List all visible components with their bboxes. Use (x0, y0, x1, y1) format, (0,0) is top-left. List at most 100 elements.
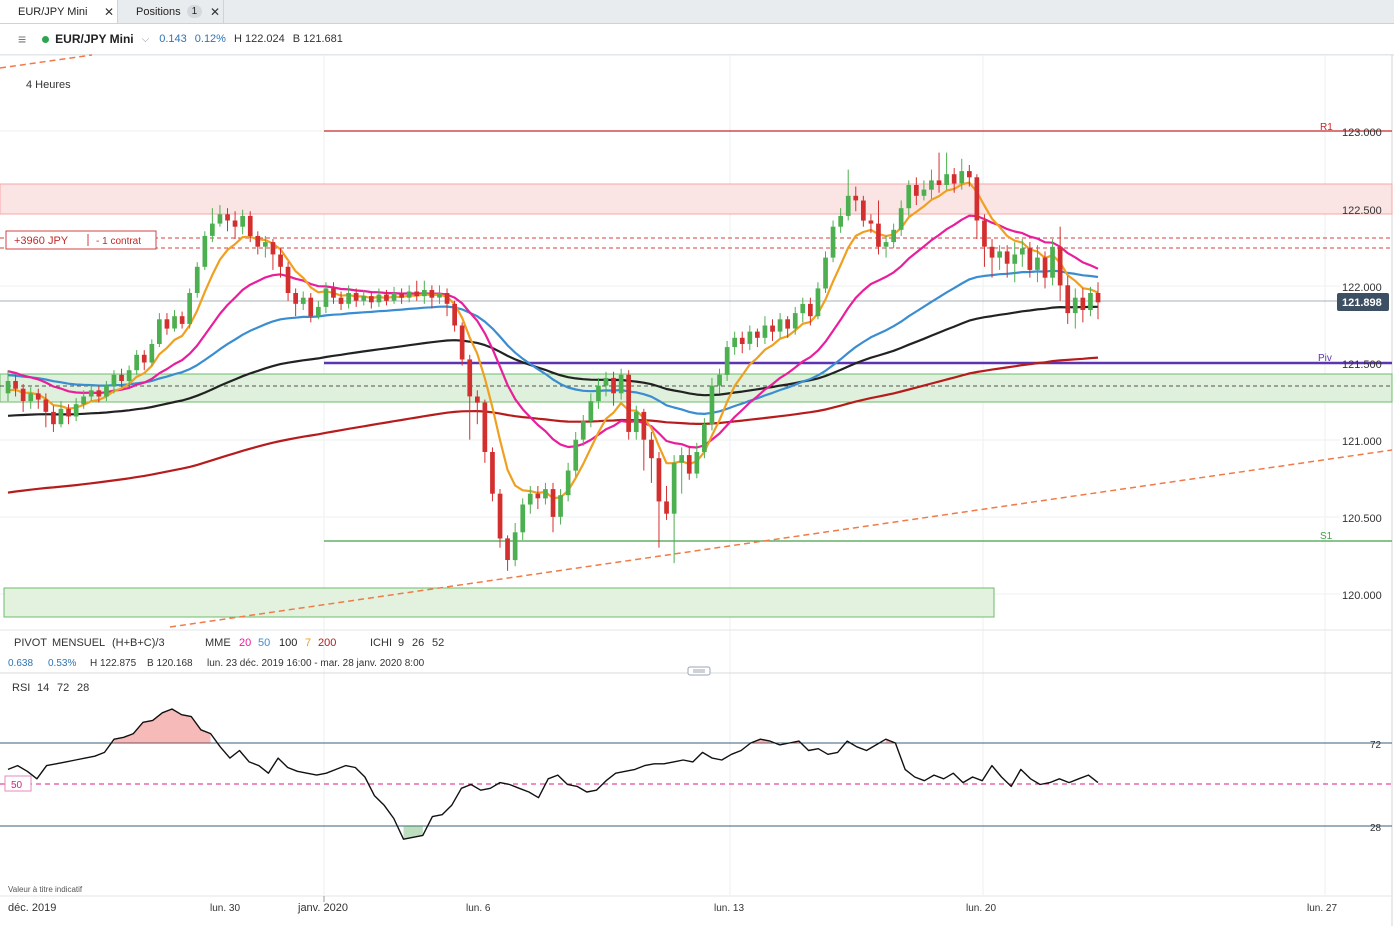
candle-body (679, 455, 684, 463)
candle-body (20, 388, 26, 401)
candle-body (596, 385, 601, 402)
pivot-indicator-period: MENSUEL (52, 637, 105, 649)
candle-body (709, 385, 715, 425)
candle-body (240, 215, 245, 227)
candle-body (141, 354, 147, 363)
candle-body (88, 390, 94, 397)
candle-body (331, 288, 336, 298)
candle-body (43, 399, 49, 412)
candle-body (739, 337, 745, 344)
candle-body (671, 462, 677, 514)
rsi-indicator-name[interactable]: RSI (12, 682, 30, 694)
candle-body (452, 303, 457, 326)
candle-body (1095, 293, 1101, 303)
candle-body (316, 306, 321, 317)
candle-body (1080, 297, 1086, 310)
candle-body (762, 325, 768, 338)
candle-body (603, 377, 609, 386)
candle-body (353, 293, 359, 301)
candle-body (732, 337, 737, 348)
candle-body (300, 297, 306, 304)
candle-body (225, 214, 230, 221)
candle-body (656, 458, 662, 502)
candle-body (944, 174, 949, 185)
candle-body (921, 189, 927, 196)
candle-body (982, 220, 987, 247)
candle-body (28, 393, 34, 402)
candle-body (111, 374, 117, 386)
candle-body (361, 296, 367, 301)
candle-body (580, 421, 586, 440)
candle-body (959, 171, 965, 184)
range-change-pct: 0.53% (48, 658, 76, 669)
disclaimer: Valeur à titre indicatif (8, 885, 83, 894)
rsi-param: 28 (77, 682, 89, 694)
candle-body (974, 177, 980, 221)
candle-body (179, 316, 185, 324)
candle-body (437, 293, 442, 298)
price-chart[interactable]: 4 Heures +3960 JPY - 1 contrat R1 Piv S1… (0, 0, 1394, 926)
candle-body (490, 452, 495, 494)
candle-body (1050, 246, 1055, 278)
candle-body (845, 195, 851, 216)
candle-body (702, 424, 707, 452)
candle-body (649, 439, 654, 459)
price-tick: 123.000 (1342, 127, 1382, 139)
candle-body (823, 257, 828, 289)
candle-body (883, 242, 889, 247)
time-label: lun. 6 (466, 903, 491, 914)
price-tick: 121.500 (1342, 359, 1382, 371)
mme-100: 100 (279, 637, 297, 649)
candle-body (1065, 285, 1071, 314)
candle-body (1057, 246, 1063, 286)
candle-body (1042, 257, 1048, 278)
candle-body (936, 180, 942, 185)
time-label: lun. 20 (966, 903, 996, 914)
rsi-param: 72 (57, 682, 69, 694)
ema-20-line (7, 214, 1099, 449)
time-label: janv. 2020 (297, 902, 348, 914)
candle-body (308, 297, 314, 317)
mme-indicator-name[interactable]: MME (205, 637, 231, 649)
candle-body (755, 331, 760, 338)
candle-body (792, 313, 798, 329)
candle-body (543, 489, 548, 499)
pivot-indicator-name[interactable]: PIVOT (14, 637, 47, 649)
candle-body (414, 291, 420, 297)
rsi-level-label: 72 (1370, 740, 1382, 751)
candle-body (35, 393, 41, 400)
candle-body (830, 226, 836, 258)
rsi-overbought-fill (114, 709, 211, 743)
candle-body (1027, 248, 1033, 270)
time-label: lun. 13 (714, 903, 744, 914)
candle-body (861, 200, 866, 221)
candle-body (157, 319, 162, 344)
candle-body (497, 493, 503, 539)
candle-body (96, 390, 102, 397)
candle-body (369, 296, 374, 303)
candle-body (459, 325, 465, 360)
rsi-param: 14 (37, 682, 49, 694)
pivot-indicator-formula: (H+B+C)/3 (112, 637, 165, 649)
candle-body (770, 325, 775, 332)
candle-body (475, 396, 480, 403)
panel-resize-handle[interactable] (687, 666, 711, 676)
support-zone (0, 373, 1393, 403)
candle-body (406, 291, 412, 298)
candle-body (876, 223, 881, 247)
candle-body (346, 293, 351, 304)
candle-body (815, 288, 821, 317)
candle-body (467, 359, 473, 397)
current-price-value: 121.898 (1342, 297, 1382, 309)
resistance-zone (0, 183, 1393, 215)
candle-body (172, 316, 177, 329)
candle-body (777, 319, 783, 332)
candle-body (989, 246, 995, 258)
candle-body (263, 242, 268, 247)
ema-7-line (7, 181, 1099, 500)
candle-body (13, 381, 18, 389)
candle-body (800, 303, 806, 314)
candle-body (149, 344, 155, 363)
candle-body (717, 374, 722, 386)
ichi-indicator-name[interactable]: ICHI (370, 637, 392, 649)
